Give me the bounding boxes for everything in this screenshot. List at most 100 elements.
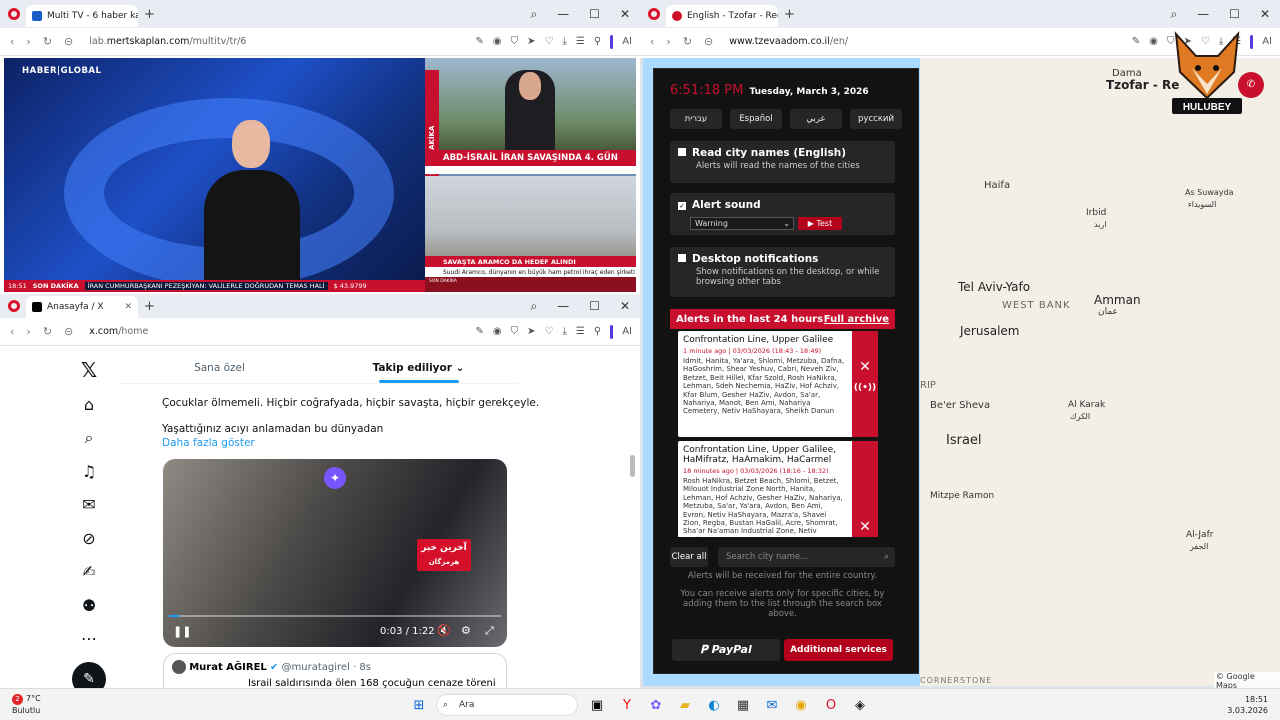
back-icon[interactable]: ‹	[650, 35, 654, 48]
store-icon[interactable]: ▦	[734, 697, 752, 715]
opera-logo-icon[interactable]	[648, 8, 660, 20]
site-info-icon[interactable]: ⊝	[64, 35, 73, 48]
maximize-icon[interactable]: ☐	[1229, 7, 1240, 21]
camera-icon[interactable]: ◉	[493, 36, 502, 47]
reload-icon[interactable]: ↻	[43, 325, 52, 338]
weather-widget[interactable]: 2 7°C Bulutlu	[12, 693, 41, 716]
site-info-icon[interactable]: ⊝	[704, 35, 713, 48]
full-archive-link[interactable]: Full archive	[824, 314, 889, 325]
reload-icon[interactable]: ↻	[683, 35, 692, 48]
yandex-icon[interactable]: Y	[618, 697, 636, 715]
lang-arabic-button[interactable]: عربي	[790, 109, 842, 129]
back-icon[interactable]: ‹	[10, 35, 14, 48]
search-tabs-icon[interactable]: ⌕	[1170, 7, 1177, 22]
opera-logo-icon[interactable]	[8, 8, 20, 20]
task-view-icon[interactable]: ▣	[588, 697, 606, 715]
shield-icon[interactable]: ⛉	[511, 36, 519, 47]
edit-icon[interactable]: ✎	[476, 326, 484, 337]
heart-icon[interactable]: ♡	[545, 326, 554, 337]
scrollbar[interactable]	[630, 455, 635, 477]
settings-icon[interactable]: ⚙	[461, 624, 471, 637]
send-icon[interactable]: ➤	[527, 36, 535, 47]
new-tab-icon[interactable]: +	[784, 7, 795, 22]
minimize-icon[interactable]: —	[1197, 7, 1209, 21]
url-field[interactable]: www.tzevaadom.co.il/en/	[723, 36, 1132, 47]
minimize-icon[interactable]: —	[557, 299, 569, 313]
chrome-icon[interactable]: ◉	[792, 697, 810, 715]
opera-logo-icon[interactable]	[8, 300, 20, 312]
tab-following[interactable]: Takip ediliyor ⌄	[319, 352, 518, 383]
more-icon[interactable]: ⋯	[70, 629, 108, 648]
alert-sound-checkbox[interactable]: ✓	[678, 202, 686, 210]
lang-spanish-button[interactable]: Español	[730, 109, 782, 129]
edge-icon[interactable]: ◐	[705, 697, 723, 715]
menu-icon[interactable]: ☰	[576, 326, 585, 337]
home-icon[interactable]: ⌂	[70, 395, 108, 414]
lang-hebrew-button[interactable]: עברית	[670, 109, 722, 129]
close-window-icon[interactable]: ✕	[620, 7, 630, 21]
tab-tzofar[interactable]: English - Tzofar - Red Alert ✕	[666, 5, 778, 27]
haber-global-stream[interactable]: HABER|GLOBAL 18:51 SON DAKİKA İRAN CUMHU…	[4, 58, 425, 292]
taskbar-clock[interactable]: 18:51 3.03.2026	[1227, 694, 1268, 716]
search-tabs-icon[interactable]: ⌕	[530, 7, 537, 22]
copilot-icon[interactable]: ✿	[647, 697, 665, 715]
profile-icon[interactable]: ⚲	[594, 36, 601, 47]
lists-icon[interactable]: ✍	[70, 562, 108, 581]
mute-icon[interactable]: 🔇	[437, 624, 451, 637]
maximize-icon[interactable]: ☐	[589, 299, 600, 313]
heart-icon[interactable]: ♡	[545, 36, 554, 47]
forward-icon[interactable]: ›	[26, 325, 30, 338]
forward-icon[interactable]: ›	[666, 35, 670, 48]
messages-icon[interactable]: ✉	[70, 495, 108, 514]
desktop-notifications-checkbox[interactable]	[678, 254, 686, 262]
profile-icon[interactable]: ⚲	[594, 326, 601, 337]
video-progress-bar[interactable]	[169, 615, 501, 617]
download-icon[interactable]: ⤓	[562, 326, 566, 337]
fullscreen-icon[interactable]: ⤢	[485, 624, 494, 638]
tab-multitv[interactable]: Multi TV - 6 haber kanalı ✕	[26, 5, 138, 27]
opera-icon[interactable]: O	[822, 697, 840, 715]
site-info-icon[interactable]: ⊝	[64, 325, 73, 338]
forward-icon[interactable]: ›	[26, 35, 30, 48]
close-tab-icon[interactable]: ✕	[124, 302, 132, 312]
back-icon[interactable]: ‹	[10, 325, 14, 338]
alert-card[interactable]: Confrontation Line, Upper Galilee 1 minu…	[678, 331, 878, 437]
show-more-link[interactable]: Daha fazla göster	[162, 437, 255, 449]
download-icon[interactable]: ⤓	[562, 36, 566, 47]
desktop-notifications-option[interactable]: Desktop notifications Show notifications…	[670, 247, 895, 297]
new-tab-icon[interactable]: +	[144, 299, 155, 314]
search-tabs-icon[interactable]: ⌕	[530, 299, 537, 314]
tab-x-home[interactable]: Anasayfa / X ✕	[26, 296, 138, 318]
alerts-list[interactable]: Confrontation Line, Upper Galilee 1 minu…	[678, 331, 878, 537]
profile-icon[interactable]: ⚉	[70, 596, 108, 615]
edit-icon[interactable]: ✎	[1132, 36, 1140, 47]
aria-icon[interactable]: AI	[622, 36, 632, 47]
notifications-icon[interactable]: ♫	[70, 462, 108, 481]
taskbar-search[interactable]: ⌕ Ara	[436, 694, 578, 716]
close-window-icon[interactable]: ✕	[1260, 7, 1270, 21]
alert-sound-select[interactable]: Warning ⌄	[690, 217, 794, 230]
close-window-icon[interactable]: ✕	[620, 299, 630, 313]
outlook-icon[interactable]: ✉	[763, 697, 781, 715]
camera-icon[interactable]: ◉	[493, 326, 502, 337]
menu-icon[interactable]: ☰	[576, 36, 585, 47]
lang-russian-button[interactable]: русский	[850, 109, 902, 129]
grok-icon[interactable]: ⊘	[70, 529, 108, 548]
x-logo-icon[interactable]: 𝕏	[70, 358, 108, 382]
url-field[interactable]: lab.mertskaplan.com/multitv/tr/6	[83, 36, 475, 47]
send-icon[interactable]: ➤	[527, 326, 535, 337]
edit-icon[interactable]: ✎	[476, 36, 484, 47]
tab-for-you[interactable]: Sana özel	[120, 352, 319, 383]
side-streams[interactable]: SON DAKİKA ABD-İSRAİL İRAN SAVAŞINDA 4. …	[425, 58, 636, 292]
additional-services-button[interactable]: Additional services	[784, 639, 893, 661]
url-field[interactable]: x.com/home	[83, 326, 475, 337]
shield-icon[interactable]: ⛉	[511, 326, 519, 337]
city-search-input[interactable]: Search city name... ⌕	[718, 547, 895, 567]
minimize-icon[interactable]: —	[557, 7, 569, 21]
pause-icon[interactable]: ❚❚	[173, 625, 191, 638]
read-city-option[interactable]: Read city names (English) Alerts will re…	[670, 141, 895, 183]
aria-icon[interactable]: AI	[622, 326, 632, 337]
start-icon[interactable]: ⊞	[410, 697, 428, 715]
grok-spark-icon[interactable]: ✦	[324, 467, 346, 489]
explore-icon[interactable]: ⌕	[70, 428, 108, 448]
